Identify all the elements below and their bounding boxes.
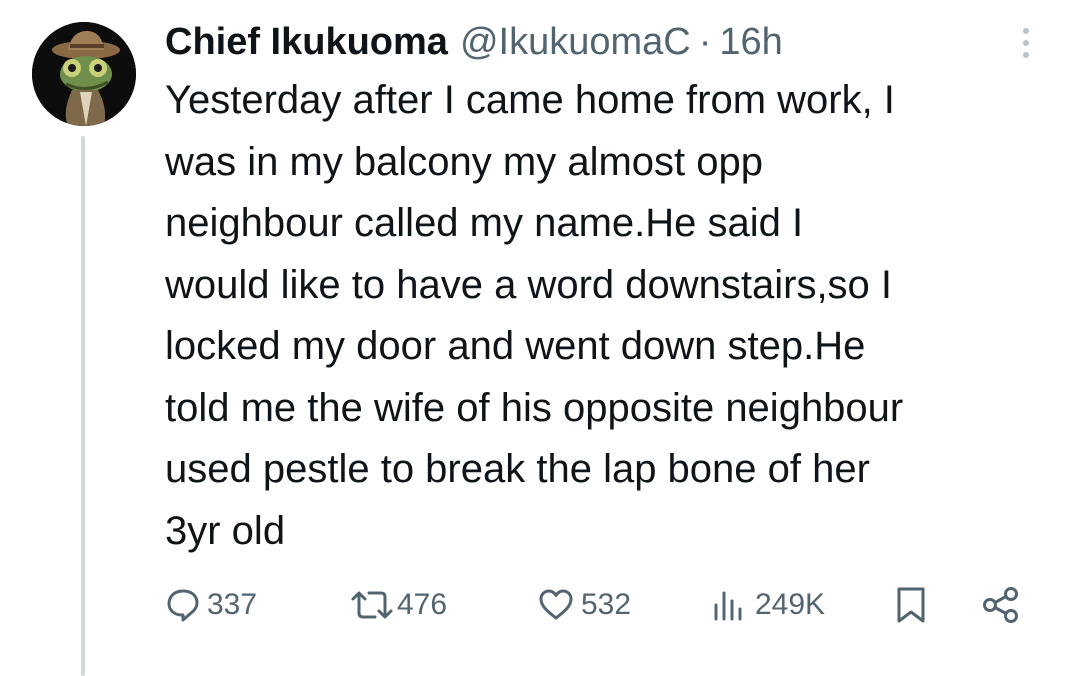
more-vertical-icon[interactable] <box>1012 26 1040 60</box>
retweet-icon <box>349 587 395 623</box>
chameleon-avatar-icon <box>32 22 136 126</box>
share-button[interactable] <box>981 583 1021 627</box>
retweet-count: 476 <box>397 588 448 621</box>
heart-icon <box>537 587 575 623</box>
like-button[interactable]: 532 <box>537 583 631 627</box>
tweet-text-line: Yesterday after I came home from work, I <box>165 78 895 122</box>
reply-count: 337 <box>207 588 258 621</box>
tweet-text-line: neighbour called my name.He said I <box>165 201 804 245</box>
views-bar-chart-icon <box>711 587 747 623</box>
user-handle[interactable]: @IkukuomaC <box>460 21 691 64</box>
tweet-text-line: used pestle to break the lap bone of her <box>165 447 870 491</box>
action-bar: 337 476 532 249K <box>165 583 1045 627</box>
views-count: 249K <box>755 588 826 621</box>
tweet-text-line: 3yr old <box>165 508 286 553</box>
reply-icon <box>165 587 201 623</box>
tweet: Chief Ikukuoma @IkukuomaC · 16h Yesterda… <box>0 0 1080 676</box>
tweet-text-line: was in my balcony my almost opp <box>165 139 764 184</box>
share-icon <box>981 585 1021 625</box>
tweet-text-line: would like to have a word downstairs,so … <box>165 262 893 307</box>
tweet-text: Yesterday after I came home from work, I… <box>165 70 1065 562</box>
thread-line <box>81 136 85 676</box>
bookmark-button[interactable] <box>893 583 929 627</box>
separator-dot: · <box>698 20 712 63</box>
tweet-text-line: locked my door and went down step.He <box>165 324 866 368</box>
display-name[interactable]: Chief Ikukuoma <box>165 21 448 64</box>
bookmark-icon <box>893 585 929 625</box>
avatar[interactable] <box>32 22 136 126</box>
reply-button[interactable]: 337 <box>165 583 257 627</box>
timestamp[interactable]: 16h <box>719 21 782 64</box>
views-button[interactable]: 249K <box>711 583 825 627</box>
like-count: 532 <box>581 588 632 621</box>
tweet-header: Chief Ikukuoma @IkukuomaC · 16h <box>165 16 783 68</box>
tweet-text-line: told me the wife of his opposite neighbo… <box>165 385 904 430</box>
retweet-button[interactable]: 476 <box>349 583 447 627</box>
